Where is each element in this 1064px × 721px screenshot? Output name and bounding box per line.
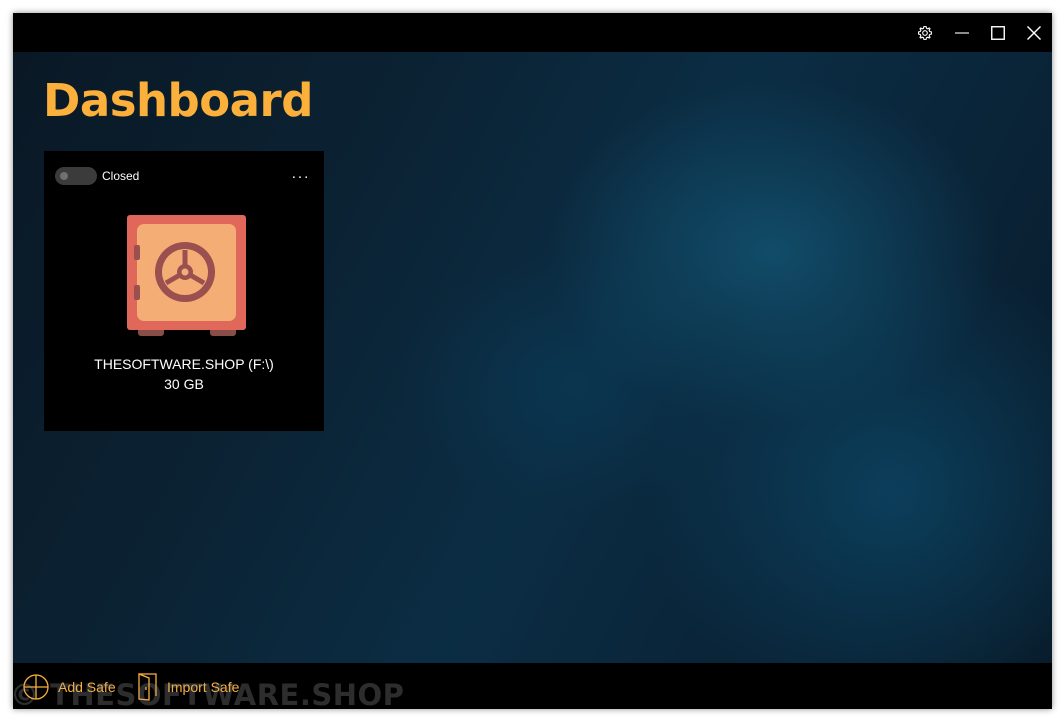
safe-size: 30 GB xyxy=(164,376,204,392)
maximize-button[interactable] xyxy=(980,13,1016,52)
plus-circle-icon xyxy=(23,674,49,700)
add-safe-label: Add Safe xyxy=(58,679,116,695)
safe-open-toggle[interactable] xyxy=(55,167,97,185)
title-bar xyxy=(13,13,1052,52)
bottom-bar: Add Safe Import Safe xyxy=(13,663,1052,709)
import-door-icon xyxy=(138,673,157,701)
safe-icon xyxy=(127,215,246,336)
safe-status-label: Closed xyxy=(102,169,140,183)
settings-button[interactable] xyxy=(907,13,943,52)
page-title: Dashboard xyxy=(43,74,313,127)
minimize-icon xyxy=(955,31,969,34)
safe-name: THESOFTWARE.SHOP (F:\) xyxy=(94,356,274,372)
close-icon xyxy=(1027,25,1041,40)
more-options-button[interactable]: ... xyxy=(286,165,316,185)
close-button[interactable] xyxy=(1016,13,1052,52)
import-safe-button[interactable]: Import Safe xyxy=(137,673,239,701)
app-window: Dashboard Closed ... THESOFTWARE.SHOP (F… xyxy=(13,13,1052,709)
import-safe-label: Import Safe xyxy=(167,679,240,695)
toggle-knob xyxy=(60,172,68,180)
gear-icon xyxy=(917,25,933,40)
safe-card[interactable]: Closed ... THESOFTWARE.SHOP (F:\) 30 GB xyxy=(44,151,324,431)
dashboard-content: Dashboard Closed ... THESOFTWARE.SHOP (F… xyxy=(13,52,1052,663)
add-safe-button[interactable]: Add Safe xyxy=(22,673,116,701)
maximize-icon xyxy=(991,25,1005,40)
minimize-button[interactable] xyxy=(944,13,980,52)
